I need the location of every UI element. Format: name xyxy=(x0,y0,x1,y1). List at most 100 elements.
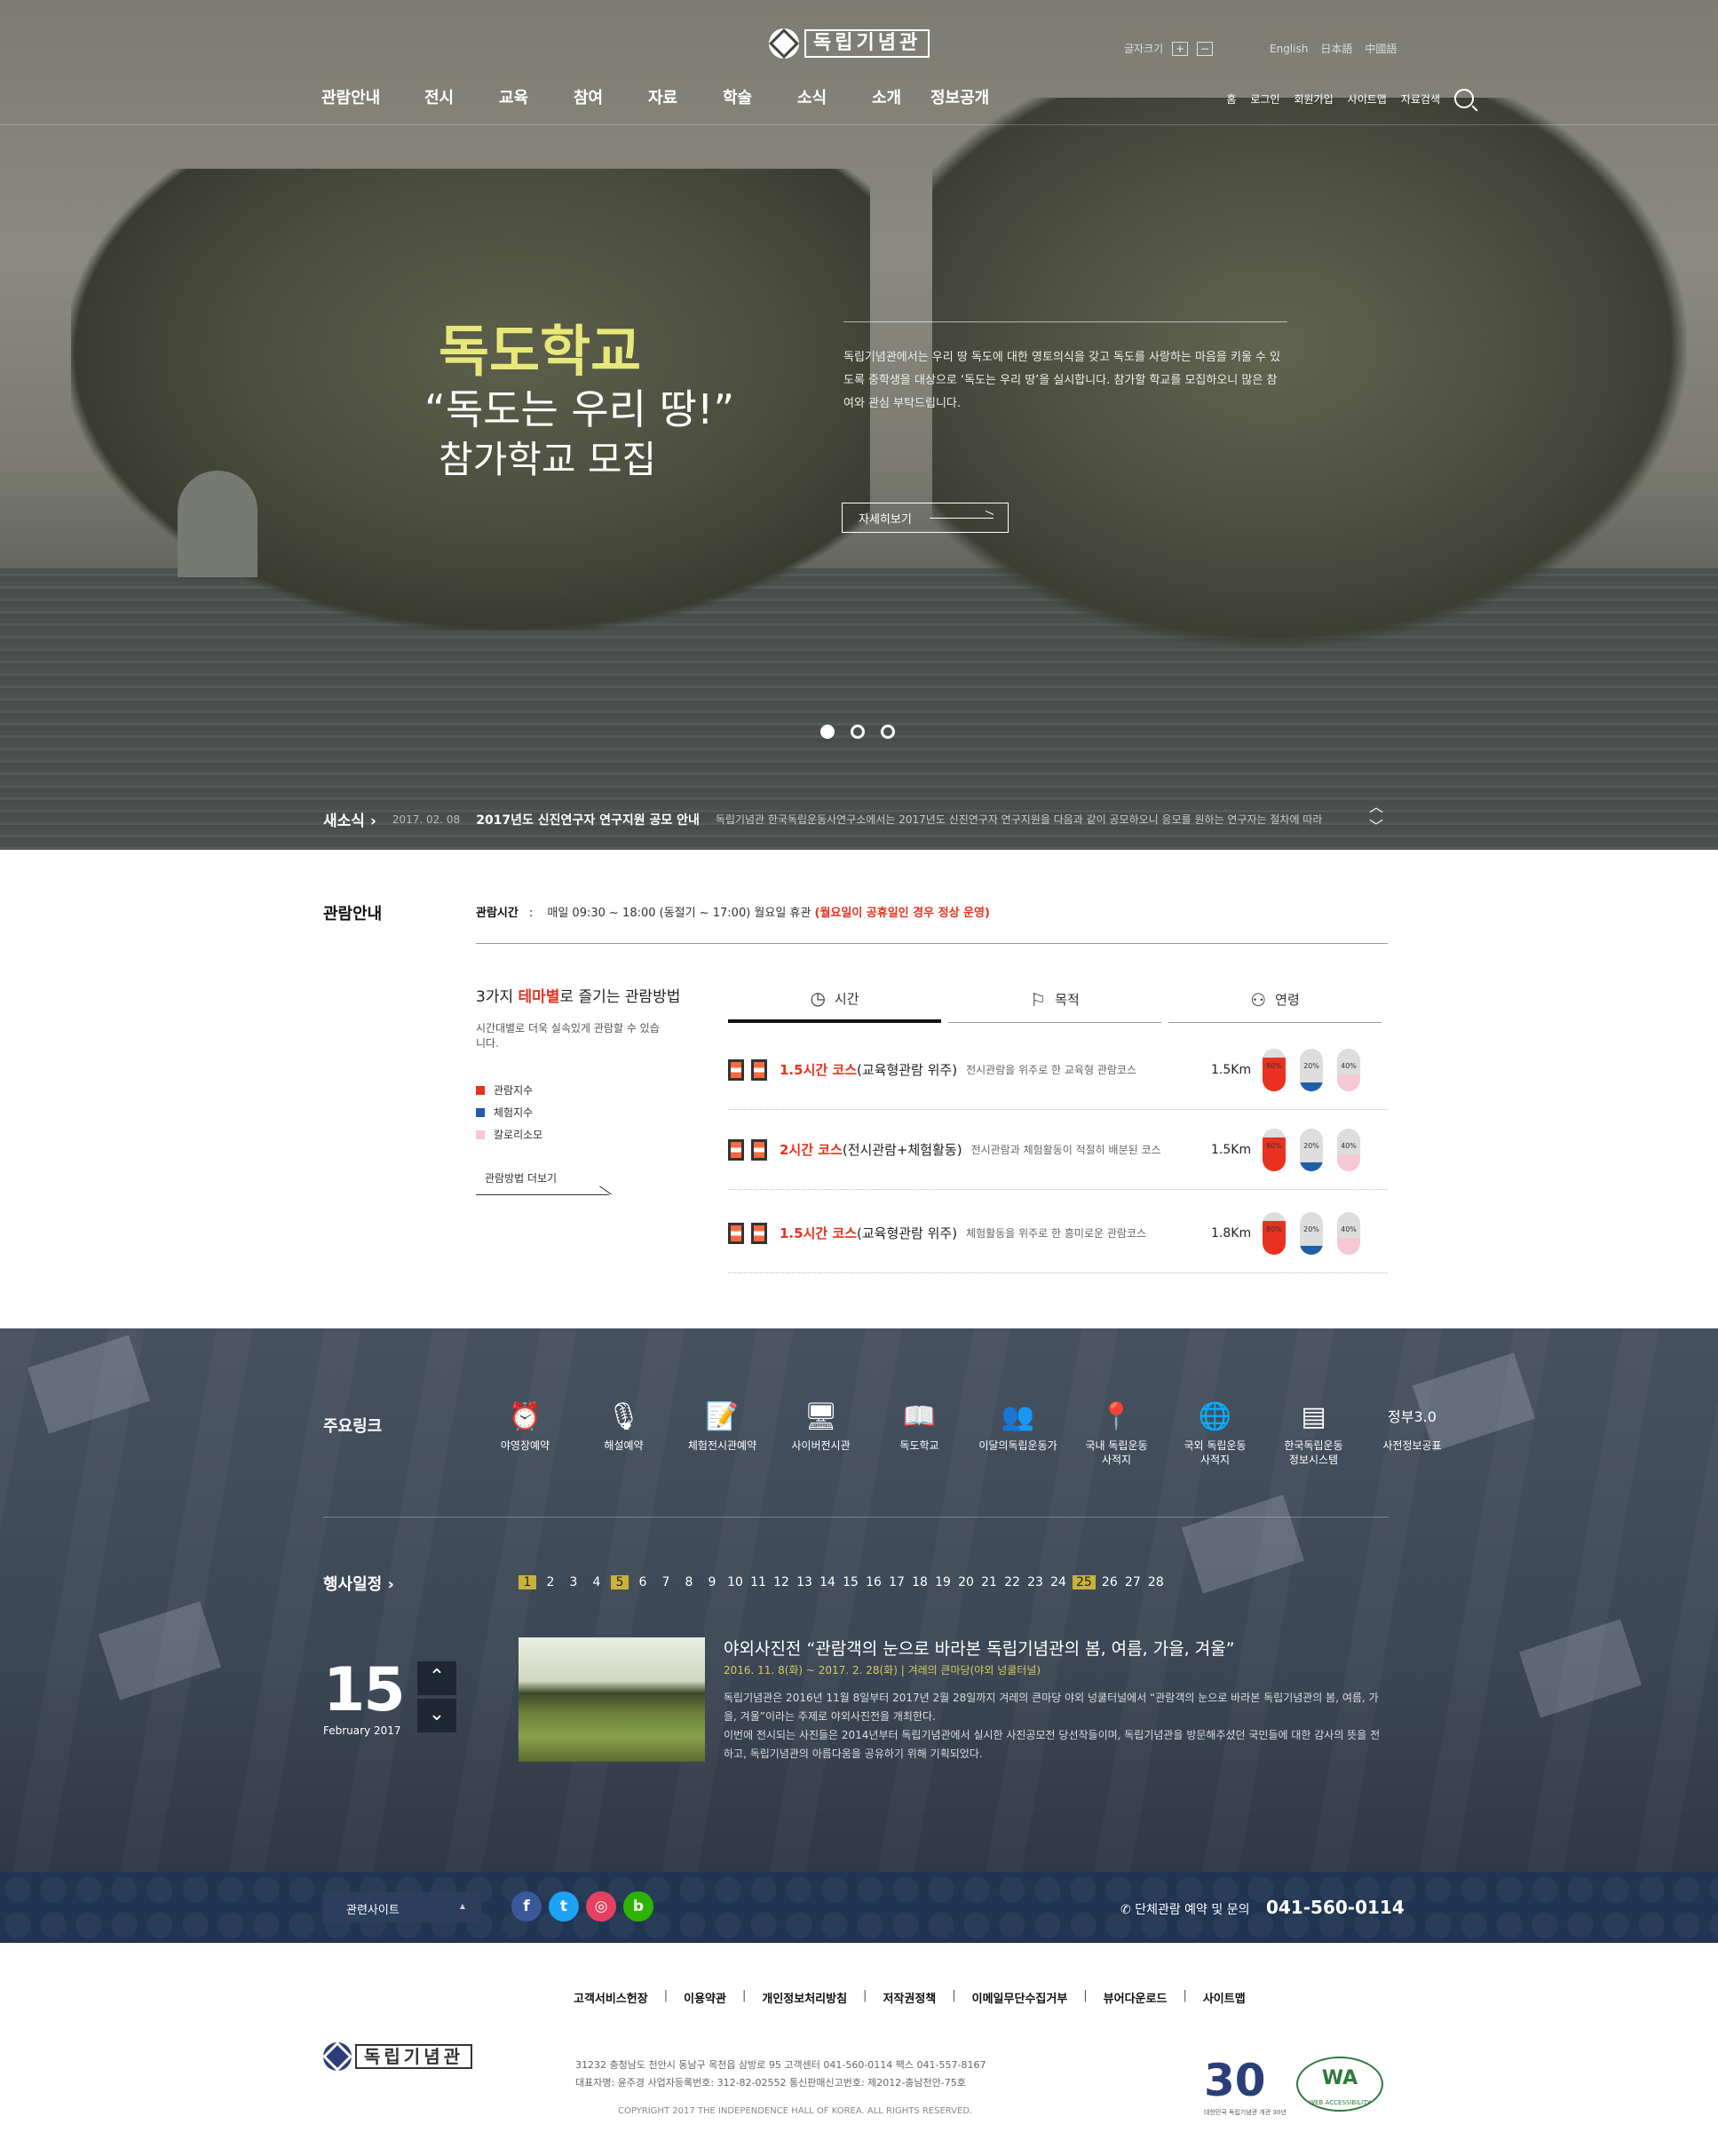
events-title[interactable]: 행사일정 › xyxy=(323,1572,394,1595)
lang-english[interactable]: English xyxy=(1270,43,1308,55)
facebook-icon[interactable]: f xyxy=(511,1891,542,1922)
tab-time-label: 시간 xyxy=(834,990,859,1007)
monitor-icon: 🖥 xyxy=(804,1401,838,1432)
quick-link-item[interactable]: 📍 국내 독립운동 사적지 xyxy=(1067,1399,1166,1467)
calendar-day[interactable]: 5 xyxy=(611,1575,629,1589)
calendar-day[interactable]: 10 xyxy=(726,1575,744,1589)
chevron-up-icon[interactable]: ︿ xyxy=(1369,797,1383,817)
font-plus-button[interactable]: + xyxy=(1172,41,1189,56)
footer-link[interactable]: 저작권정책 xyxy=(883,1989,936,2006)
calendar-day[interactable]: 21 xyxy=(980,1575,998,1589)
util-login[interactable]: 로그인 xyxy=(1250,91,1279,107)
slide-dot-2[interactable] xyxy=(851,725,865,739)
quick-link-label: 한국독립운동 xyxy=(1284,1439,1343,1452)
calendar-day[interactable]: 28 xyxy=(1147,1575,1165,1589)
quick-link-item[interactable]: 📝 체험전시관예약 xyxy=(673,1399,772,1467)
quick-link-item[interactable]: 🌐 국외 독립운동 사적지 xyxy=(1166,1399,1264,1467)
font-minus-button[interactable]: − xyxy=(1197,41,1214,56)
nav-item-news[interactable]: 소식 xyxy=(797,85,872,108)
blog-icon[interactable]: b xyxy=(623,1891,653,1922)
nav-item-archive[interactable]: 자료 xyxy=(648,85,723,108)
course-item[interactable]: 2시간 코스 (전시관람+체험활동) 전시관람과 체험활동이 적절히 배분된 코스 1… xyxy=(728,1110,1388,1190)
chevron-down-icon[interactable]: ﹀ xyxy=(1369,817,1383,836)
calendar-day[interactable]: 12 xyxy=(772,1575,790,1589)
calendar-day[interactable]: 13 xyxy=(796,1575,813,1589)
calendar-day[interactable]: 24 xyxy=(1049,1575,1067,1589)
lang-japanese[interactable]: 日本語 xyxy=(1320,41,1352,56)
calendar-day[interactable]: 25 xyxy=(1073,1575,1096,1589)
calendar-day[interactable]: 6 xyxy=(634,1575,652,1589)
footer-link[interactable]: 개인정보처리방침 xyxy=(762,1989,847,2006)
calendar-day[interactable]: 11 xyxy=(749,1575,767,1589)
util-home[interactable]: 홈 xyxy=(1226,91,1236,107)
calendar-day[interactable]: 7 xyxy=(657,1575,675,1589)
quick-link-label: 이달의독립운동가 xyxy=(978,1439,1057,1452)
site-logo[interactable]: 독립기념관 xyxy=(769,28,930,59)
quick-link-item[interactable]: 🎙 해설예약 xyxy=(574,1399,673,1467)
course-item[interactable]: 1.5시간 코스 (교육형관람 위주) 체험활동을 위주로 한 흥미로운 관람코스 1… xyxy=(728,1193,1388,1273)
calendar-day[interactable]: 9 xyxy=(703,1575,721,1589)
nav-item-education[interactable]: 교육 xyxy=(499,85,574,108)
calendar-day[interactable]: 15 xyxy=(842,1575,859,1589)
calendar-day[interactable]: 16 xyxy=(865,1575,883,1589)
slide-dot-1[interactable] xyxy=(820,725,835,739)
calendar-day[interactable]: 20 xyxy=(957,1575,975,1589)
news-headline[interactable]: 2017년도 신진연구자 연구지원 공모 안내 xyxy=(476,811,700,828)
footer-link[interactable]: 뷰어다운로드 xyxy=(1104,1989,1168,2006)
lang-chinese[interactable]: 中國語 xyxy=(1365,41,1397,56)
calendar-day[interactable]: 18 xyxy=(911,1575,929,1589)
quick-link-label-2: 사적지 xyxy=(1101,1454,1132,1466)
web-accessibility-badge[interactable]: WA WEB ACCESSIBILITY xyxy=(1296,2057,1383,2112)
event-next-button[interactable]: ⌄ xyxy=(417,1699,456,1732)
tab-time[interactable]: ◷ 시간 xyxy=(728,977,941,1023)
calendar-day[interactable]: 23 xyxy=(1026,1575,1044,1589)
tab-purpose[interactable]: ⚐ 목적 xyxy=(948,977,1161,1023)
quick-link-item[interactable]: 정부3.0 사전정보공표 xyxy=(1363,1399,1461,1467)
nav-item-academic[interactable]: 학술 xyxy=(723,85,797,108)
footer-link[interactable]: 이메일무단수집거부 xyxy=(972,1989,1068,2006)
calendar-day[interactable]: 22 xyxy=(1003,1575,1021,1589)
calendar-day[interactable]: 14 xyxy=(819,1575,836,1589)
util-search[interactable]: 자료검색 xyxy=(1401,91,1440,107)
nav-item-disclosure[interactable]: 정보공개 xyxy=(930,85,1019,108)
footer-separator: | xyxy=(663,1989,669,2002)
util-sitemap[interactable]: 사이트맵 xyxy=(1348,91,1387,107)
footer-link[interactable]: 이용약관 xyxy=(684,1989,726,2006)
nav-item-participate[interactable]: 참여 xyxy=(574,85,648,108)
tab-age[interactable]: ⚇ 연령 xyxy=(1168,977,1382,1023)
footer-link[interactable]: 고객서비스헌장 xyxy=(574,1989,648,2006)
quick-link-item[interactable]: 🖥 사이버전시관 xyxy=(772,1399,870,1467)
quick-link-item[interactable]: ▤ 한국독립운동 정보시스템 xyxy=(1264,1399,1363,1467)
nav-item-visit[interactable]: 관람안내 xyxy=(321,85,424,108)
quick-link-item[interactable]: 👥 이달의독립운동가 xyxy=(969,1399,1067,1467)
nav-item-about[interactable]: 소개 xyxy=(872,85,930,108)
related-sites-select[interactable]: 관련사이트 xyxy=(323,1892,481,1922)
visit-more-link[interactable]: 관람방법 더보기 xyxy=(476,1170,609,1195)
news-label[interactable]: 새소식 › xyxy=(323,808,376,830)
footer-link[interactable]: 사이트맵 xyxy=(1203,1989,1246,2006)
legend-item: 관람지수 xyxy=(476,1080,542,1102)
instagram-icon[interactable]: ◎ xyxy=(586,1891,616,1922)
calendar-day[interactable]: 19 xyxy=(934,1575,952,1589)
search-icon[interactable] xyxy=(1454,89,1474,108)
event-prev-button[interactable]: ⌃ xyxy=(417,1661,456,1695)
calendar-day[interactable]: 3 xyxy=(565,1575,582,1589)
hero-more-button[interactable]: 자세히보기 xyxy=(842,503,1009,533)
twitter-icon[interactable]: t xyxy=(549,1891,579,1922)
calendar-day[interactable]: 1 xyxy=(519,1575,536,1589)
event-photo[interactable] xyxy=(519,1637,705,1762)
nav-item-exhibit[interactable]: 전시 xyxy=(424,85,499,108)
slide-dot-3[interactable] xyxy=(881,725,895,739)
util-join[interactable]: 회원가입 xyxy=(1294,91,1333,107)
calendar-day[interactable]: 17 xyxy=(888,1575,906,1589)
calendar-day[interactable]: 8 xyxy=(680,1575,698,1589)
calendar-day[interactable]: 2 xyxy=(542,1575,559,1589)
quick-link-item[interactable]: ⏰ 야영장예약 xyxy=(476,1399,574,1467)
calendar-day[interactable]: 27 xyxy=(1124,1575,1142,1589)
quick-link-item[interactable]: 📖 독도학교 xyxy=(870,1399,969,1467)
links-title: 주요링크 xyxy=(323,1417,383,1436)
calendar-day[interactable]: 4 xyxy=(588,1575,606,1589)
event-title[interactable]: 야외사진전 “관람객의 눈으로 바라본 독립기념관의 봄, 여름, 가을, 겨울… xyxy=(724,1636,1235,1660)
calendar-day[interactable]: 26 xyxy=(1101,1575,1119,1589)
course-item[interactable]: 1.5시간 코스 (교육형관람 위주) 전시관람을 위주로 한 교육형 관람코스 1.… xyxy=(728,1030,1388,1110)
